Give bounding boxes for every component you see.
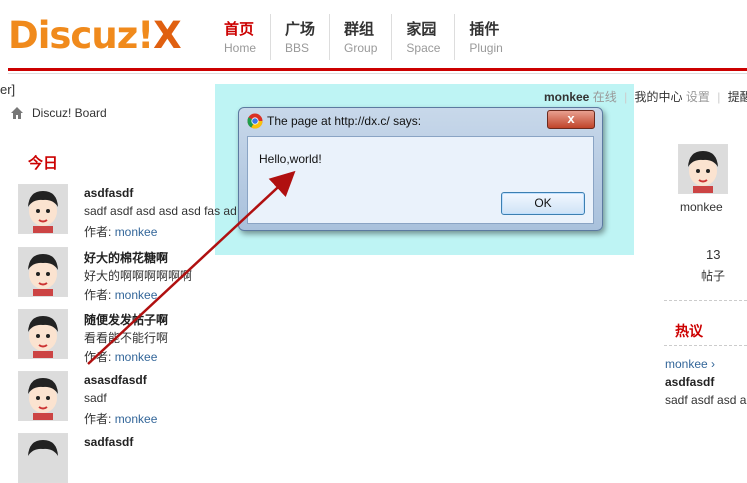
- annotation-arrow: [87, 170, 296, 365]
